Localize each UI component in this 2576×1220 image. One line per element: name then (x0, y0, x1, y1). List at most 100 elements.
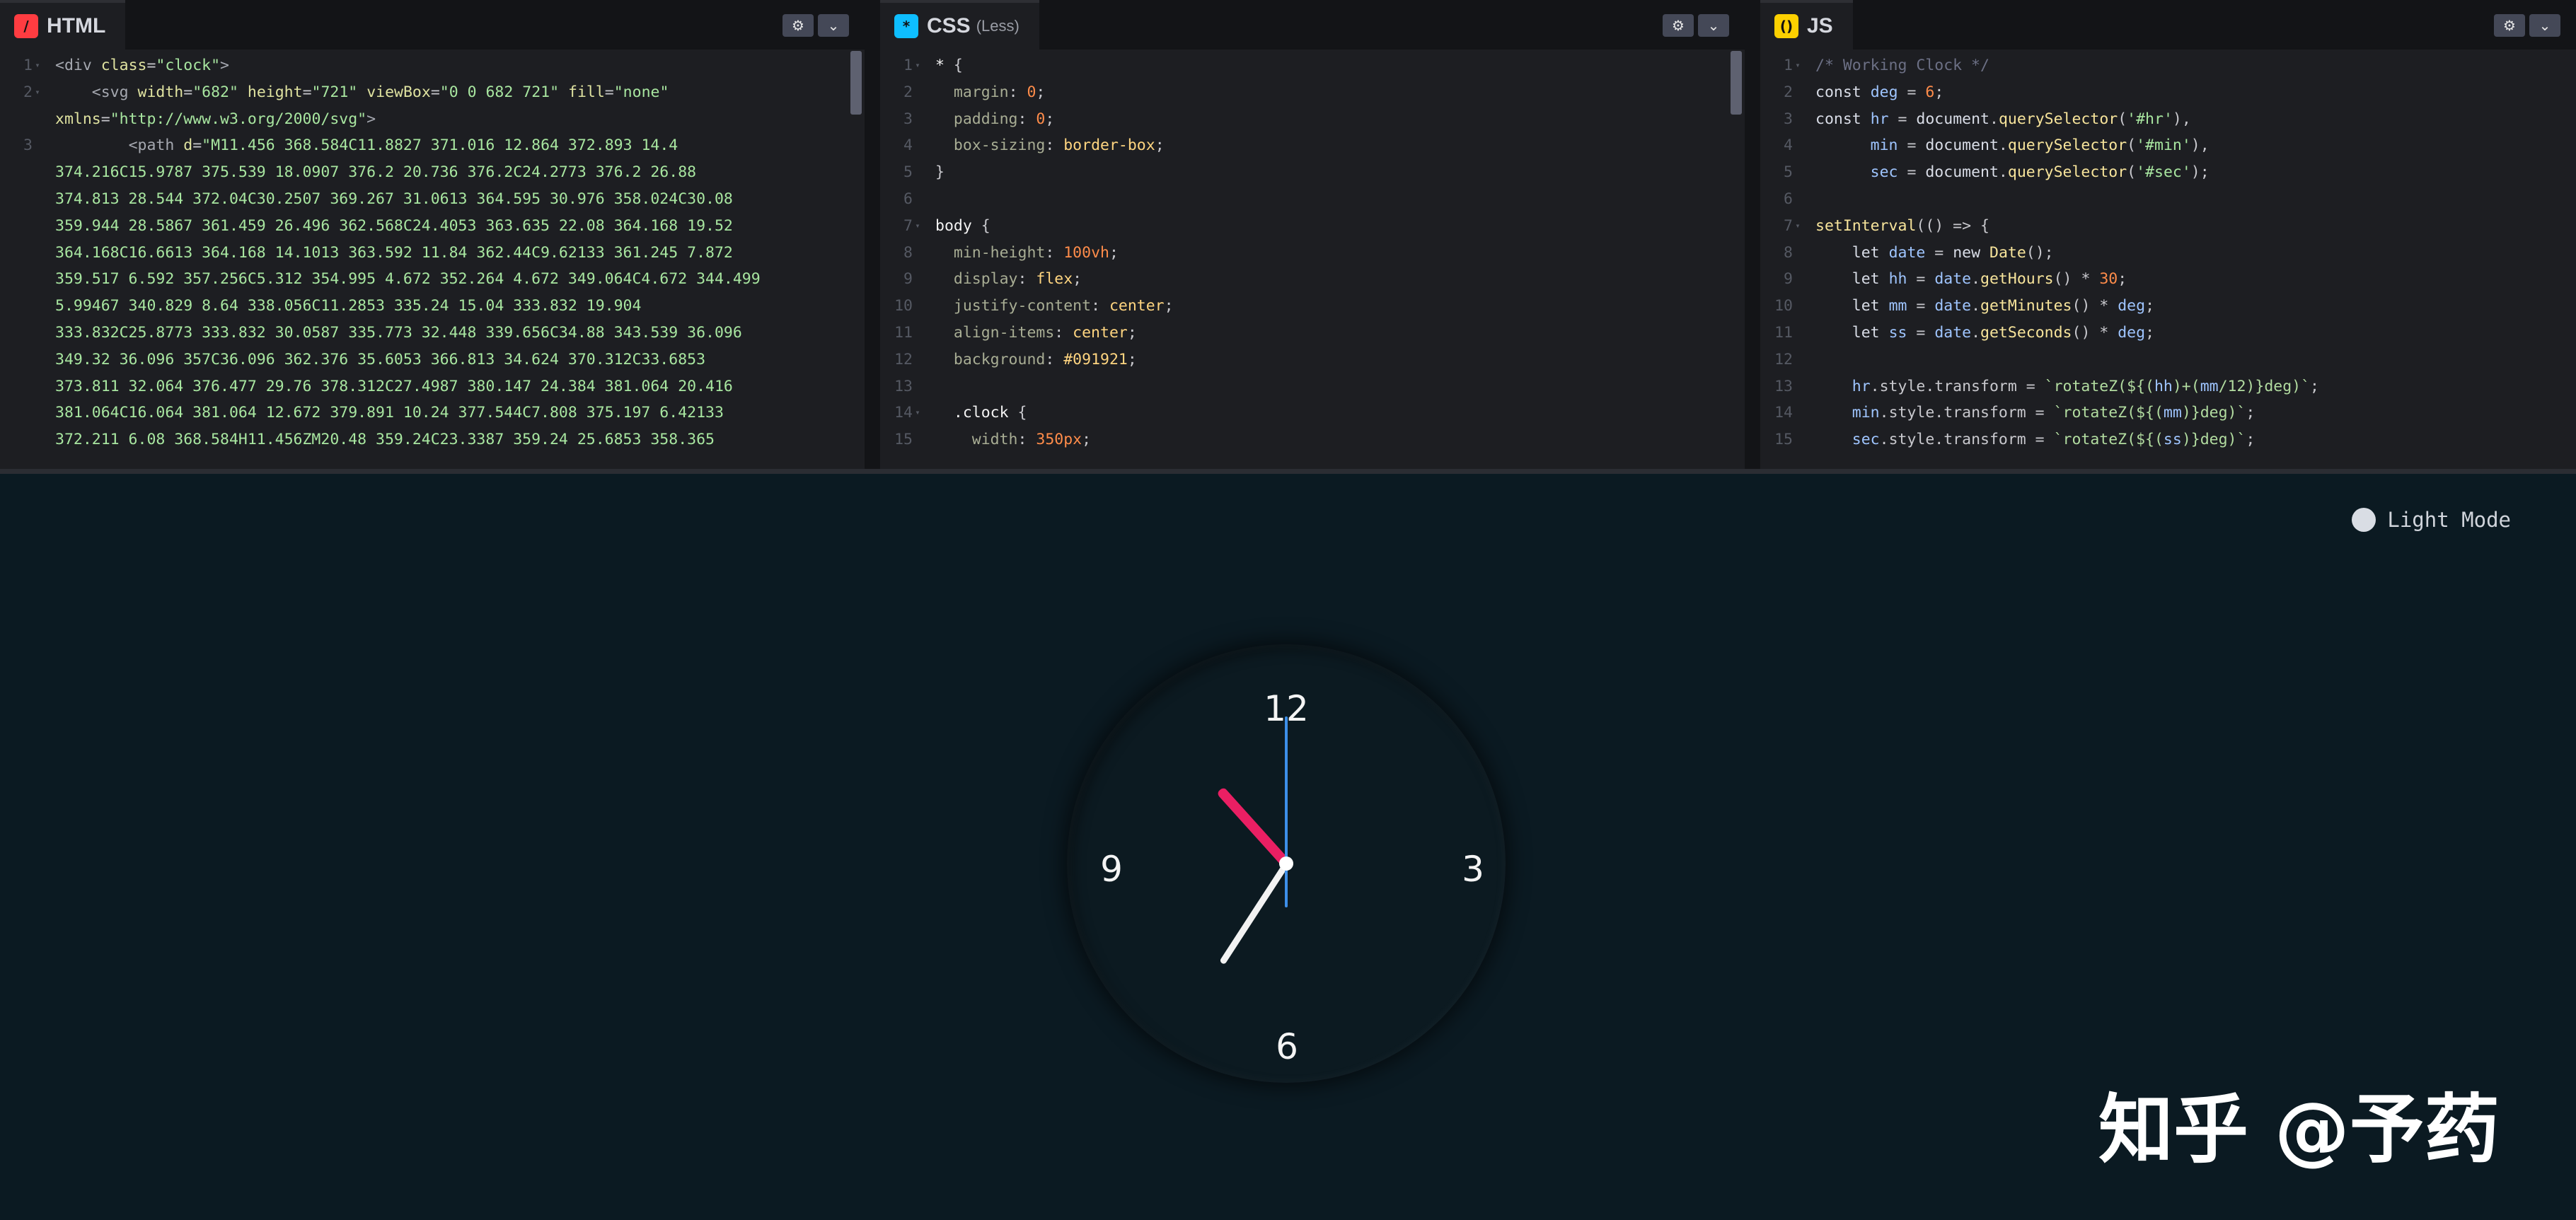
code-line: 5 sec = document.querySelector('#sec'); (1760, 159, 2576, 186)
fold-arrow-icon[interactable]: ▾ (1793, 213, 1803, 240)
fold-arrow-icon[interactable]: ▾ (913, 213, 923, 240)
line-text: * { (935, 57, 963, 74)
fold-arrow-icon (1793, 186, 1803, 213)
line-number: 8 (1784, 243, 1793, 262)
line-number: 2 (1784, 83, 1793, 101)
line-number: 4 (1784, 136, 1793, 155)
line-text (923, 186, 1745, 213)
code-line: 13 hr.style.transform = `rotateZ(${(hh)+… (1760, 373, 2576, 400)
html-settings-gear-icon[interactable]: ⚙ (782, 14, 814, 37)
light-mode-toggle[interactable]: Light Mode (2352, 508, 2511, 532)
css-chevron-down-icon[interactable]: ⌄ (1698, 14, 1729, 37)
resize-handle[interactable] (0, 469, 2576, 474)
line-number: 10 (894, 297, 913, 315)
line-number: 11 (1774, 323, 1793, 342)
code-editor-area: / HTML ⚙ ⌄ 1 ▾ <div class="clock"> 2 ▾ <svg widt… (0, 0, 2576, 469)
line-text: display: flex; (953, 270, 1082, 289)
code-line: 7 ▾ setInterval(() => { (1760, 213, 2576, 240)
fold-arrow-icon[interactable]: ▾ (913, 52, 923, 79)
line-number: 1 (903, 57, 913, 74)
css-scrollbar[interactable] (1731, 51, 1742, 115)
js-tab[interactable]: () JS (1760, 0, 1853, 50)
fold-arrow-icon (913, 132, 923, 159)
code-line: 3 const hr = document.querySelector('#hr'… (1760, 106, 2576, 133)
code-line: 11 align-items: center; (880, 320, 1745, 347)
fold-arrow-icon (913, 266, 923, 293)
js-code[interactable]: 1 ▾/* Working Clock */2 const deg = 6; 3 con… (1760, 52, 2576, 469)
html-code[interactable]: 1 ▾ <div class="clock"> 2 ▾ <svg width="682"… (0, 52, 865, 469)
fold-arrow-icon (33, 132, 42, 453)
line-number: 10 (1774, 297, 1793, 315)
hour-hand (1216, 786, 1290, 867)
code-line: 13 (880, 373, 1745, 400)
line-text: padding: 0; (953, 110, 1055, 128)
line-text: margin: 0; (953, 83, 1046, 101)
html-editor-panel: / HTML ⚙ ⌄ 1 ▾ <div class="clock"> 2 ▾ <svg widt… (0, 0, 865, 469)
line-number: 1 (23, 57, 33, 74)
fold-arrow-icon (913, 320, 923, 347)
fold-arrow-icon (1793, 79, 1803, 106)
line-text: align-items: center; (953, 323, 1137, 342)
fold-arrow-icon[interactable]: ▾ (1793, 52, 1803, 79)
css-editor-panel: * CSS (Less) ⚙ ⌄ 1 ▾ * {2 margin: 0; 3 padding: … (880, 0, 1745, 469)
line-text: let hh = date.getHours() * 30; (1852, 270, 2127, 289)
code-line: 4 box-sizing: border-box; (880, 132, 1745, 159)
code-line: 6 (880, 186, 1745, 213)
code-line: 14 min.style.transform = `rotateZ(${(mm)… (1760, 400, 2576, 426)
css-tab[interactable]: * CSS (Less) (880, 0, 1039, 50)
code-line: 8 let date = new Date(); (1760, 240, 2576, 267)
html-chevron-down-icon[interactable]: ⌄ (818, 14, 849, 37)
js-chevron-down-icon[interactable]: ⌄ (2529, 14, 2560, 37)
line-number: 5 (903, 163, 913, 182)
clock-center-dot (1279, 856, 1293, 871)
html-icon: / (14, 14, 38, 38)
html-tab[interactable]: / HTML (0, 0, 126, 50)
fold-arrow-icon[interactable]: ▾ (33, 79, 42, 133)
line-number: 1 (1784, 57, 1793, 74)
line-text (1803, 347, 2576, 373)
light-mode-label: Light Mode (2387, 508, 2511, 532)
line-text: box-sizing: border-box; (953, 136, 1165, 155)
fold-arrow-icon (913, 186, 923, 213)
line-text: background: #091921; (953, 350, 1137, 368)
line-text: let ss = date.getSeconds() * deg; (1852, 323, 2155, 342)
second-hand (1285, 716, 1288, 864)
line-number: 2 (903, 83, 913, 101)
js-tab-title: JS (1807, 14, 1833, 37)
line-text: min = document.querySelector('#min'), (1870, 136, 2210, 155)
line-number: 15 (1774, 431, 1793, 449)
code-line: 9 let hh = date.getHours() * 30; (1760, 266, 2576, 293)
minute-hand (1218, 861, 1289, 965)
line-text: <path d="M11.456 368.584C11.8827 371.016… (55, 136, 761, 449)
js-editor-panel: () JS ⚙ ⌄ 1 ▾/* Working Clock */2 const deg = … (1760, 0, 2576, 469)
clock-number-6: 6 (1276, 1026, 1298, 1067)
line-number: 13 (894, 377, 913, 395)
line-text (923, 373, 1745, 400)
fold-arrow-icon (913, 159, 923, 186)
code-line: 7 ▾ body { (880, 213, 1745, 240)
line-number: 8 (903, 243, 913, 262)
code-line: 4 min = document.querySelector('#min'), (1760, 132, 2576, 159)
fold-arrow-icon (913, 293, 923, 320)
css-panel-controls: ⚙ ⌄ (1663, 14, 1729, 37)
fold-arrow-icon (1793, 347, 1803, 373)
css-settings-gear-icon[interactable]: ⚙ (1663, 14, 1694, 37)
code-line: 14 ▾ .clock { (880, 400, 1745, 426)
js-settings-gear-icon[interactable]: ⚙ (2494, 14, 2525, 37)
html-scrollbar[interactable] (850, 51, 862, 115)
html-tab-bar: / HTML ⚙ ⌄ (0, 0, 865, 50)
line-number: 14 (1774, 404, 1793, 422)
line-text: width: 350px; (971, 431, 1092, 449)
line-text: <div class="clock"> (55, 57, 229, 74)
line-number: 12 (1774, 350, 1793, 368)
css-tab-subtitle: (Less) (976, 17, 1020, 35)
line-number: 12 (894, 350, 913, 368)
code-line: 6 (1760, 186, 2576, 213)
line-text: body { (935, 216, 990, 235)
fold-arrow-icon[interactable]: ▾ (33, 52, 42, 79)
code-line: 2 const deg = 6; (1760, 79, 2576, 106)
code-line: 10 let mm = date.getMinutes() * deg; (1760, 293, 2576, 320)
fold-arrow-icon[interactable]: ▾ (913, 400, 923, 426)
code-line: 10 justify-content: center; (880, 293, 1745, 320)
css-code[interactable]: 1 ▾ * {2 margin: 0; 3 padding: 0; 4 box-sizi… (880, 52, 1745, 469)
